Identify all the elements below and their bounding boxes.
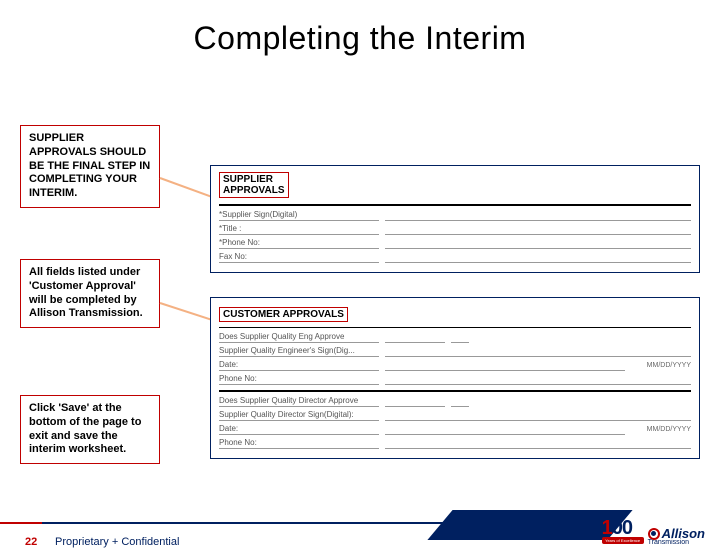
page-title: Completing the Interim (0, 20, 720, 57)
date-format-hint: MM/DD/YYYY (631, 426, 691, 433)
field-input[interactable] (385, 209, 691, 221)
field-input[interactable] (385, 237, 691, 249)
field-input[interactable] (385, 331, 445, 343)
logo: 100 Years of Excellence Allison Transmis… (602, 520, 705, 554)
date-format-hint: MM/DD/YYYY (631, 362, 691, 369)
form-row: Phone No: (219, 436, 691, 450)
field-input[interactable] (385, 409, 691, 421)
page-number: 22 (25, 536, 37, 548)
section-header-supplier: SUPPLIER APPROVALS (219, 172, 289, 198)
section-header-customer: CUSTOMER APPROVALS (219, 307, 348, 322)
form-row: Fax No: (219, 250, 691, 264)
logo-brand-text: Allison (662, 528, 705, 540)
field-label: Date: (219, 360, 379, 371)
field-input[interactable] (385, 223, 691, 235)
field-label: Phone No: (219, 374, 379, 385)
field-label: Supplier Quality Director Sign(Digital): (219, 410, 379, 421)
form-row: *Supplier Sign(Digital) (219, 208, 691, 222)
form-row: *Phone No: (219, 236, 691, 250)
content-area: SUPPLIER APPROVALS SHOULD BE THE FINAL S… (0, 57, 720, 477)
field-label: Does Supplier Quality Director Approve (219, 396, 379, 407)
callout-text: SUPPLIER APPROVALS SHOULD BE THE FINAL S… (29, 132, 150, 199)
pointer-line (160, 177, 217, 199)
footer: 22 Proprietary + Confidential 100 Years … (0, 510, 720, 560)
form-row: Phone No: (219, 372, 691, 386)
field-input[interactable] (385, 345, 691, 357)
divider (219, 204, 691, 206)
form-row: Date: MM/DD/YYYY (219, 358, 691, 372)
callout-save: Click 'Save' at the bottom of the page t… (20, 395, 160, 464)
logo-100-badge: 100 Years of Excellence (602, 520, 644, 554)
pointer-line (160, 302, 218, 322)
field-input[interactable] (385, 251, 691, 263)
field-input[interactable] (385, 359, 625, 371)
divider (219, 327, 691, 328)
field-label: *Supplier Sign(Digital) (219, 210, 379, 221)
field-label: Fax No: (219, 252, 379, 263)
form-row: Date: MM/DD/YYYY (219, 422, 691, 436)
field-input[interactable] (385, 373, 691, 385)
form-row: Does Supplier Quality Eng Approve (219, 330, 691, 344)
field-label: *Title : (219, 224, 379, 235)
field-label: Date: (219, 424, 379, 435)
field-label: Supplier Quality Engineer's Sign(Dig... (219, 346, 379, 357)
logo-name: Allison Transmission (648, 528, 705, 546)
confidential-label: Proprietary + Confidential (55, 536, 179, 548)
customer-approvals-form: CUSTOMER APPROVALS Does Supplier Quality… (210, 297, 700, 459)
field-input[interactable] (385, 437, 691, 449)
form-row: Supplier Quality Engineer's Sign(Dig... (219, 344, 691, 358)
field-label: Does Supplier Quality Eng Approve (219, 332, 379, 343)
field-label: *Phone No: (219, 238, 379, 249)
header-line-1: SUPPLIER (223, 174, 285, 185)
supplier-approvals-form: SUPPLIER APPROVALS *Supplier Sign(Digita… (210, 165, 700, 273)
form-row: Supplier Quality Director Sign(Digital): (219, 408, 691, 422)
callout-text: Click 'Save' at the bottom of the page t… (29, 402, 141, 455)
logo-ribbon: Years of Excellence (602, 537, 644, 544)
callout-customer-approval: All fields listed under 'Customer Approv… (20, 259, 160, 328)
form-row: Does Supplier Quality Director Approve (219, 394, 691, 408)
header-line-2: APPROVALS (223, 185, 285, 196)
logo-sub-text: Transmission (648, 540, 689, 546)
form-row: *Title : (219, 222, 691, 236)
callout-text: All fields listed under 'Customer Approv… (29, 266, 143, 319)
field-input[interactable] (385, 423, 625, 435)
divider (219, 390, 691, 392)
callout-supplier-approvals: SUPPLIER APPROVALS SHOULD BE THE FINAL S… (20, 125, 160, 208)
field-label: Phone No: (219, 438, 379, 449)
dropdown-arrow[interactable] (451, 395, 469, 407)
dropdown-arrow[interactable] (451, 331, 469, 343)
logo-100-text: 100 (602, 520, 644, 536)
field-input[interactable] (385, 395, 445, 407)
